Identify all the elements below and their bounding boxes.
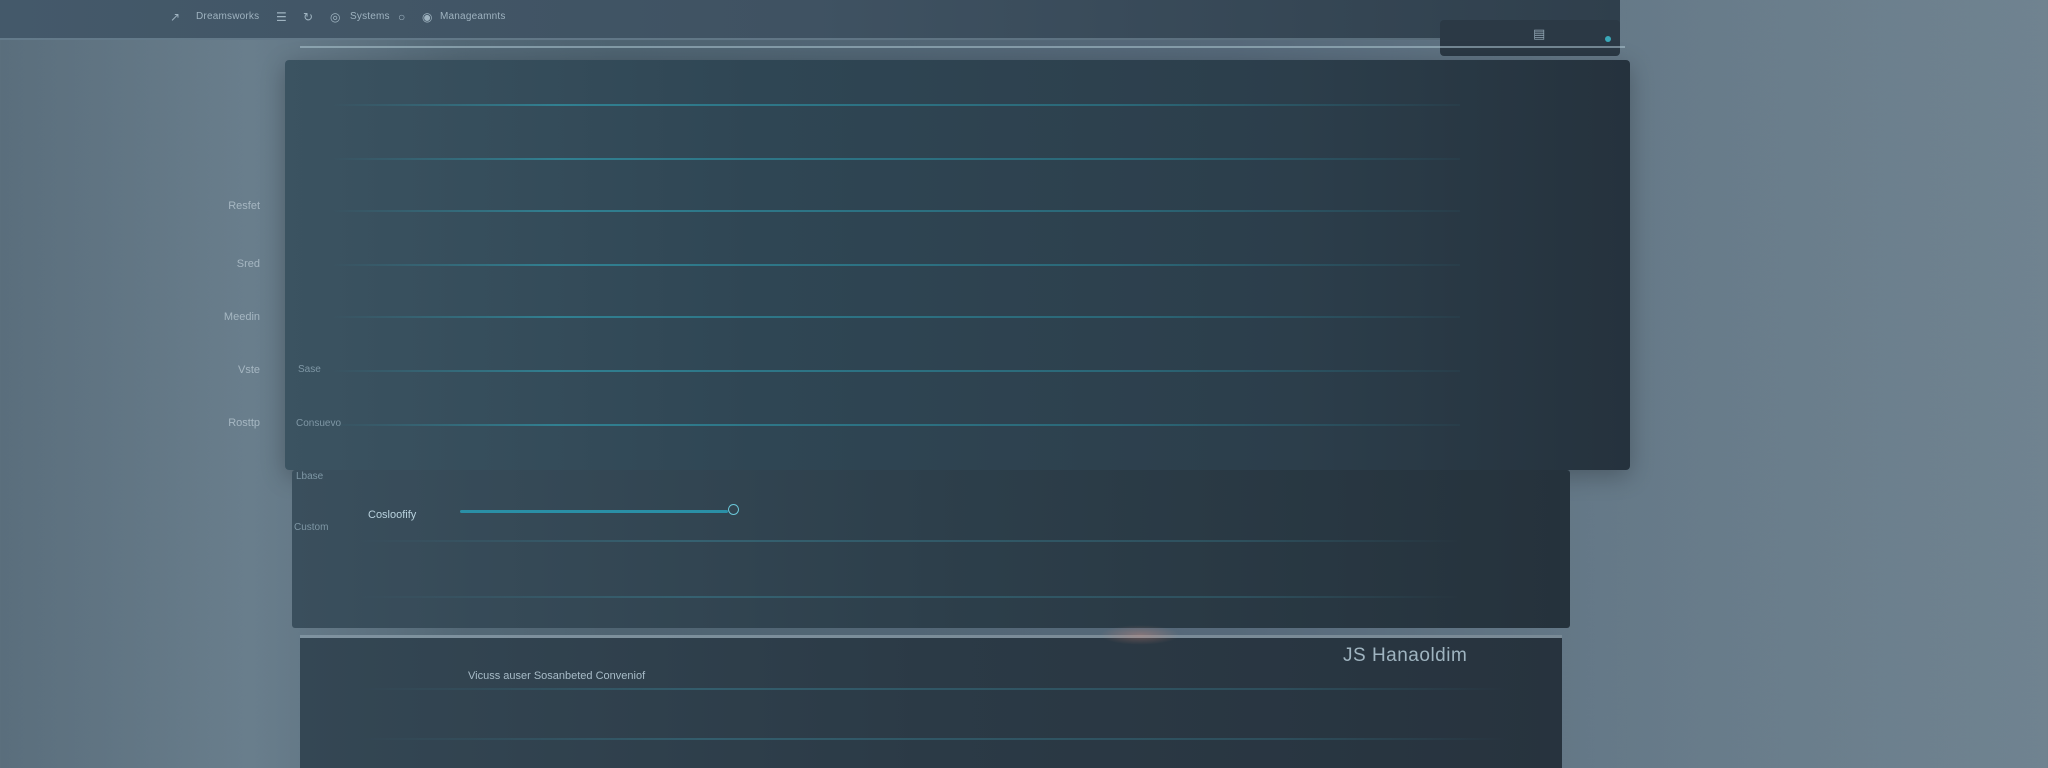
- row-divider: [360, 540, 1460, 542]
- row-divider: [330, 316, 1460, 318]
- row-divider: [330, 264, 1460, 266]
- toolbar-right-panel: [1440, 20, 1620, 56]
- toolbar-item-manageamnts[interactable]: Manageamnts: [440, 11, 506, 22]
- hamburger-menu-icon[interactable]: ☰: [276, 10, 287, 24]
- sidebar-item-resfet[interactable]: Resfet: [180, 200, 260, 212]
- panel-top-border: [300, 46, 1625, 48]
- row-divider: [360, 738, 1510, 740]
- connectivity-slider[interactable]: [460, 510, 728, 513]
- sidebar-item-vste[interactable]: Vste: [180, 364, 260, 376]
- connectivity-label: Cosloofify: [368, 509, 417, 521]
- user-icon[interactable]: ◉: [422, 10, 432, 24]
- light-glare: [1100, 625, 1180, 645]
- row-divider: [360, 688, 1510, 690]
- secondary-panel: [292, 470, 1570, 628]
- row-divider: [360, 596, 1460, 598]
- row-label-sase: Sase: [298, 364, 321, 375]
- row-label-custom: Custom: [294, 522, 329, 533]
- status-dot: [1605, 36, 1611, 42]
- brand-logo-text: JS Hanaoldim: [1343, 645, 1468, 666]
- row-divider: [330, 424, 1460, 426]
- settings-circle-icon[interactable]: ○: [398, 10, 405, 24]
- row-divider: [330, 370, 1460, 372]
- sidebar-item-sred[interactable]: Sred: [180, 258, 260, 270]
- document-icon[interactable]: ▤: [1533, 26, 1545, 42]
- slider-handle[interactable]: [728, 504, 739, 515]
- toolbar-item-dreamsworks[interactable]: Dreamsworks: [196, 11, 259, 22]
- row-label-lbase: Lbase: [296, 471, 324, 482]
- footer-note: Vicuss auser Sosanbeted Conveniof: [468, 670, 646, 682]
- toolbar-item-systems[interactable]: Systems: [350, 11, 390, 22]
- row-divider: [330, 210, 1460, 212]
- top-toolbar: ↗ Dreamsworks ☰ ↻ ◎ Systems ○ ◉ Manageam…: [0, 0, 1620, 40]
- back-arrow-icon[interactable]: ↗: [170, 10, 180, 24]
- row-divider: [330, 158, 1460, 160]
- row-divider: [330, 104, 1460, 106]
- globe-icon[interactable]: ◎: [330, 10, 340, 24]
- refresh-icon[interactable]: ↻: [303, 10, 313, 24]
- sidebar-item-meedin[interactable]: Meedin: [180, 311, 260, 323]
- sidebar-item-rosttp[interactable]: Rosttp: [180, 417, 260, 429]
- row-label-consuevo: Consuevo: [296, 418, 342, 429]
